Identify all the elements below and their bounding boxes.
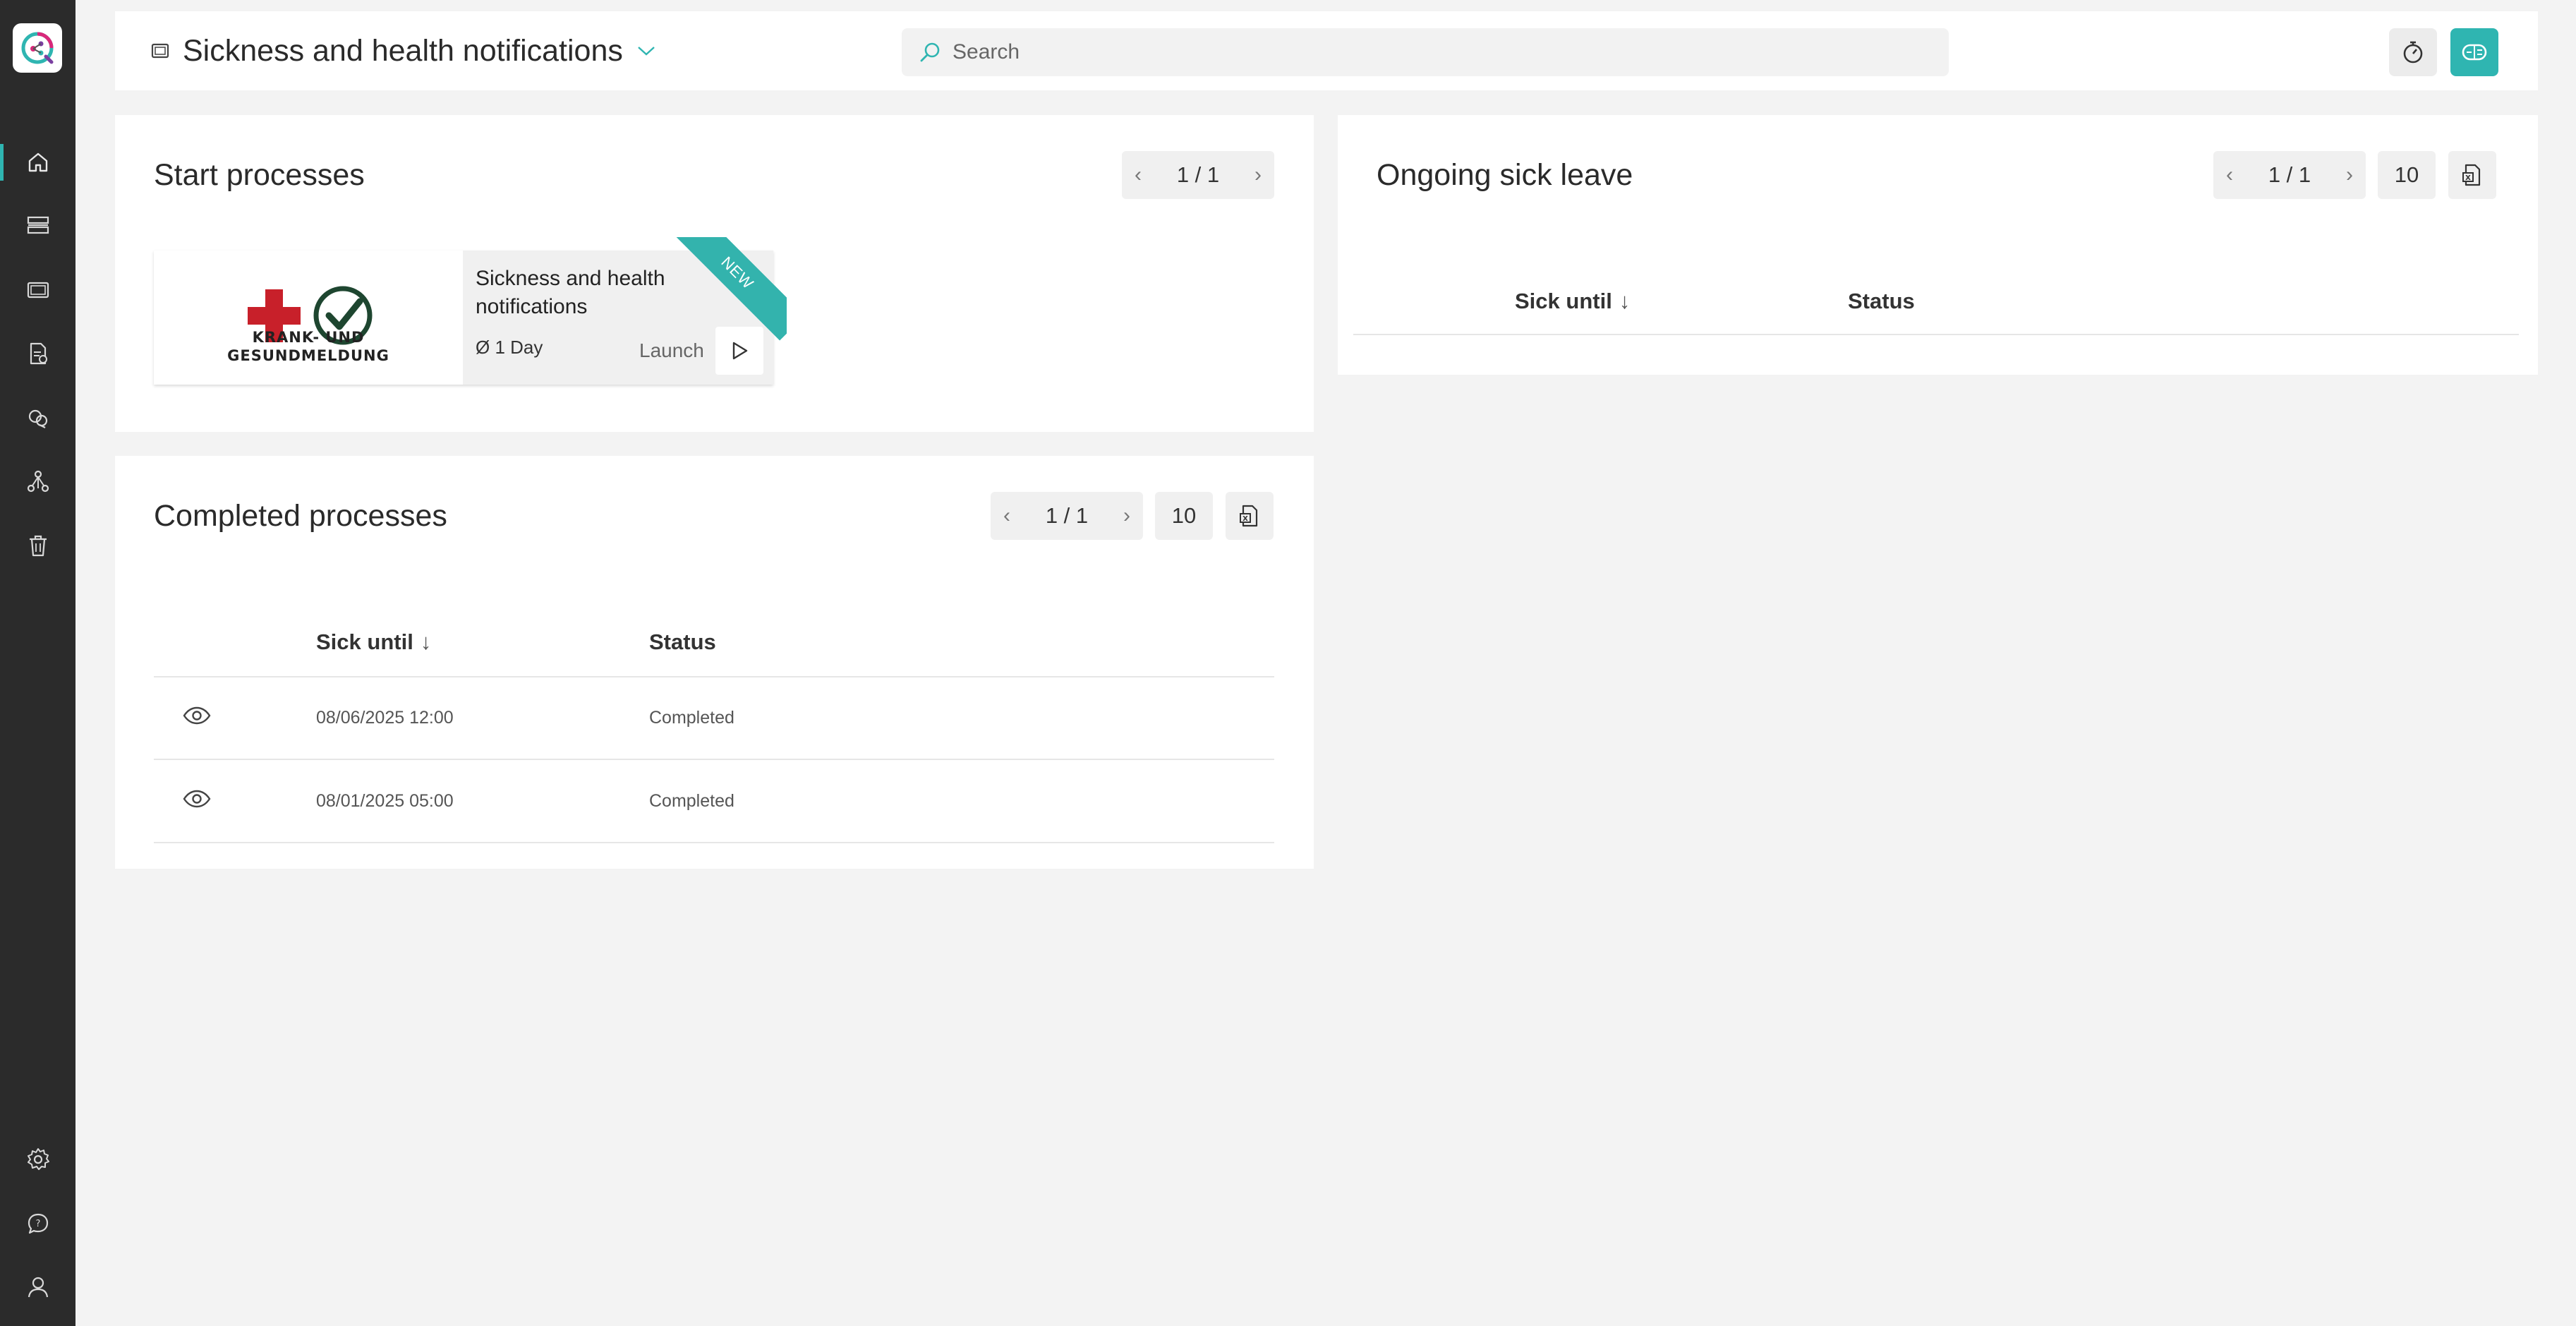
chat-question-icon: ? xyxy=(28,1213,48,1234)
page-indicator: 1 / 1 xyxy=(1045,503,1089,528)
user-icon xyxy=(28,1277,48,1298)
window-icon xyxy=(27,282,49,299)
sidebar-item-trash[interactable] xyxy=(0,520,75,571)
row-divider xyxy=(154,759,1274,760)
view-eye-icon[interactable] xyxy=(182,706,212,729)
assistant-button[interactable] xyxy=(2450,28,2498,76)
launch-label[interactable]: Launch xyxy=(639,339,704,362)
org-chart-icon xyxy=(27,470,49,493)
search-box[interactable] xyxy=(902,28,1949,76)
prev-page-button[interactable]: ‹ xyxy=(1003,504,1010,528)
sidebar-item-documents[interactable] xyxy=(0,265,75,315)
page-indicator: 1 / 1 xyxy=(2268,162,2311,187)
row-divider xyxy=(154,842,1274,843)
process-card[interactable]: KRANK- UND GESUNDMELDUNG Sickness and he… xyxy=(154,251,773,385)
start-processes-title: Start processes xyxy=(154,158,365,192)
export-excel-button[interactable]: X xyxy=(2448,151,2496,199)
trash-icon xyxy=(29,535,47,557)
home-icon xyxy=(28,152,47,172)
table-cell-sick-until: 08/01/2025 05:00 xyxy=(316,791,454,811)
stopwatch-icon xyxy=(2403,41,2423,64)
column-header-sick-until[interactable]: Sick until ↓ xyxy=(316,629,431,655)
page-size-select[interactable]: 10 xyxy=(1155,492,1213,540)
svg-text:X: X xyxy=(2465,174,2471,182)
process-board-icon xyxy=(27,216,49,234)
process-name: Sickness and health notifications xyxy=(476,267,665,318)
brain-chip-icon xyxy=(2462,44,2487,61)
sidebar-item-home[interactable] xyxy=(0,137,75,188)
sort-down-arrow-icon: ↓ xyxy=(420,629,432,654)
page-title: Sickness and health notifications xyxy=(183,33,623,68)
timer-button[interactable] xyxy=(2389,28,2437,76)
table-cell-sick-until: 08/06/2025 12:00 xyxy=(316,708,454,728)
view-eye-icon[interactable] xyxy=(182,789,212,812)
ongoing-sick-leave-title: Ongoing sick leave xyxy=(1377,158,1633,192)
table-cell-status: Completed xyxy=(649,791,734,811)
process-duration: Ø 1 Day xyxy=(476,337,543,358)
process-logo-text: KRANK- UND GESUNDMELDUNG xyxy=(227,329,389,364)
launch-button[interactable] xyxy=(715,327,763,375)
next-page-button[interactable]: › xyxy=(1123,504,1130,528)
svg-text:X: X xyxy=(1242,515,1248,523)
process-logo: KRANK- UND GESUNDMELDUNG xyxy=(154,251,463,385)
sidebar-item-feedback[interactable]: ? xyxy=(0,1198,75,1249)
next-page-button[interactable]: › xyxy=(1254,163,1262,187)
document-chart-icon xyxy=(30,342,47,365)
top-header: Sickness and health notifications xyxy=(115,11,2538,90)
svg-text:?: ? xyxy=(35,1219,40,1229)
start-processes-pager: ‹ 1 / 1 › xyxy=(1122,151,1274,199)
column-header-status[interactable]: Status xyxy=(649,629,716,655)
window-icon xyxy=(151,43,169,59)
table-header-divider xyxy=(154,676,1274,677)
next-page-button[interactable]: › xyxy=(2346,163,2353,187)
sidebar-item-forms[interactable] xyxy=(0,328,75,379)
excel-file-icon: X xyxy=(2462,164,2481,186)
chevron-down-icon[interactable] xyxy=(636,44,657,58)
sidebar-item-profile[interactable] xyxy=(0,1262,75,1313)
page-size-select[interactable]: 10 xyxy=(2378,151,2436,199)
sidebar-item-processes[interactable] xyxy=(0,200,75,251)
completed-processes-pager: ‹ 1 / 1 › xyxy=(991,492,1143,540)
sort-down-arrow-icon: ↓ xyxy=(1619,289,1631,313)
excel-file-icon: X xyxy=(1240,505,1258,527)
page-indicator: 1 / 1 xyxy=(1176,162,1220,187)
sidebar-item-settings[interactable] xyxy=(0,1134,75,1185)
tag-link-icon xyxy=(28,409,47,428)
prev-page-button[interactable]: ‹ xyxy=(2226,163,2233,187)
sidebar-item-organization[interactable] xyxy=(0,456,75,507)
table-header-divider xyxy=(1353,334,2519,335)
column-header-sick-until[interactable]: Sick until ↓ xyxy=(1515,289,1630,314)
play-icon xyxy=(732,342,748,360)
app-logo-icon xyxy=(21,32,54,64)
workspace-switcher[interactable]: Sickness and health notifications xyxy=(150,11,657,90)
gear-icon xyxy=(27,1148,49,1170)
completed-processes-title: Completed processes xyxy=(154,499,447,533)
search-icon xyxy=(920,42,940,62)
ongoing-sick-leave-pager: ‹ 1 / 1 › xyxy=(2213,151,2366,199)
sidebar-item-tags[interactable] xyxy=(0,392,75,443)
export-excel-button[interactable]: X xyxy=(1226,492,1274,540)
sidebar: ? xyxy=(0,0,75,1326)
app-logo[interactable] xyxy=(13,23,62,73)
prev-page-button[interactable]: ‹ xyxy=(1135,163,1142,187)
search-input[interactable] xyxy=(951,40,1871,65)
column-header-status[interactable]: Status xyxy=(1848,289,1915,314)
table-cell-status: Completed xyxy=(649,708,734,728)
